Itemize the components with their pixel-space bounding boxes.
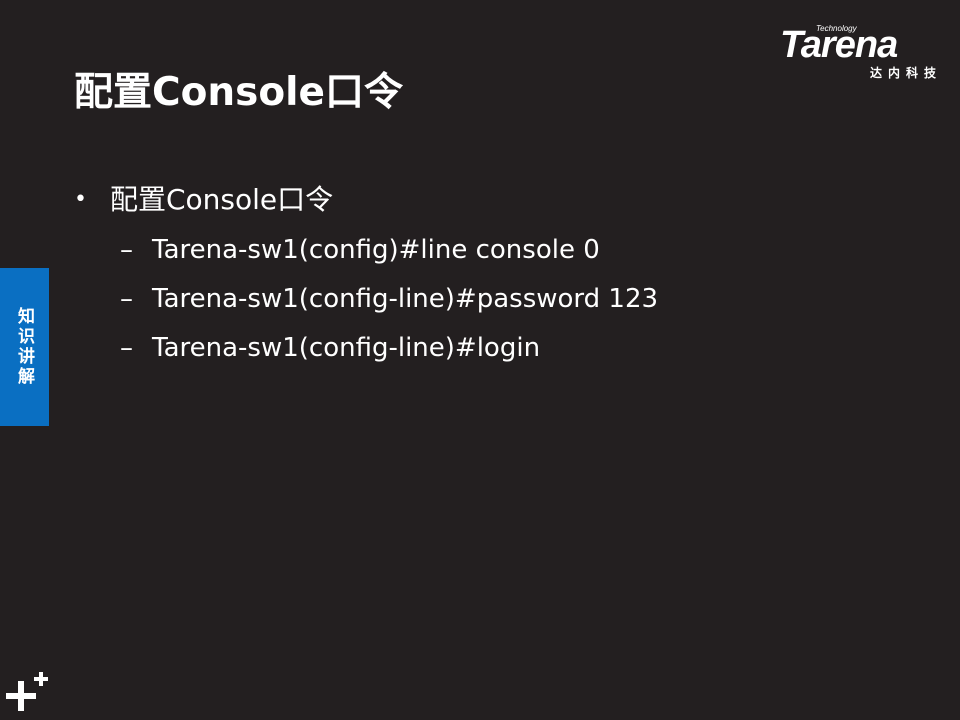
sub-item-text: Tarena-sw1(config-line)#login	[152, 333, 541, 363]
logo-wordmark: Tarena	[780, 24, 898, 66]
sub-item: – Tarena-sw1(config-line)#login	[74, 328, 894, 368]
sub-item-text: Tarena-sw1(config-line)#password 123	[152, 284, 659, 314]
tarena-logo: Technology Tarena 达内科技	[780, 22, 948, 84]
side-tab: 知识讲解	[0, 268, 49, 426]
plus-icon	[6, 672, 48, 711]
side-tab-label: 知识讲解	[14, 307, 34, 387]
sub-marker: –	[120, 235, 133, 265]
logo-cn-name: 达内科技	[869, 66, 942, 80]
bullet-marker: •	[74, 187, 87, 212]
sub-item-text: Tarena-sw1(config)#line console 0	[152, 235, 600, 265]
sub-item: – Tarena-sw1(config-line)#password 123	[74, 279, 894, 319]
sub-marker: –	[120, 333, 133, 363]
sub-marker: –	[120, 284, 133, 314]
bullet-item: • 配置Console口令	[74, 180, 894, 220]
content-list: • 配置Console口令 – Tarena-sw1(config)#line …	[74, 180, 894, 377]
slide-title: 配置Console口令	[74, 70, 404, 115]
bullet-text: 配置Console口令	[110, 183, 334, 216]
sub-item: – Tarena-sw1(config)#line console 0	[74, 230, 894, 270]
